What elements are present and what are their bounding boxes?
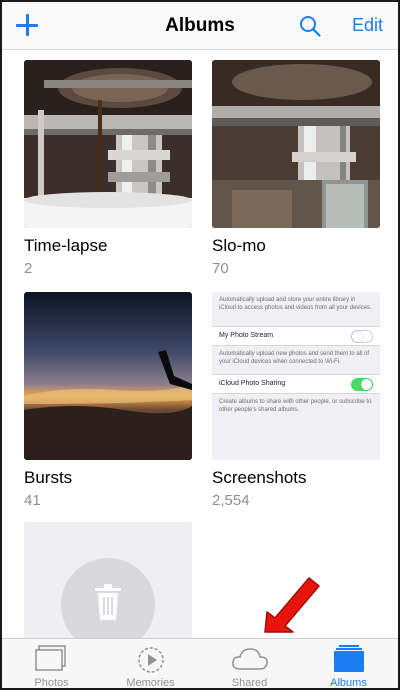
tab-memories[interactable]: Memories xyxy=(101,639,200,689)
album-title: Slo-mo xyxy=(212,236,266,255)
tab-label: Shared xyxy=(231,677,268,689)
album-count: 2 xyxy=(24,260,33,277)
album-title: Screenshots xyxy=(212,468,307,487)
thumb-label: My Photo Stream xyxy=(219,332,274,339)
edit-button[interactable]: Edit xyxy=(352,15,383,36)
tab-photos[interactable]: Photos xyxy=(2,639,101,689)
screen: Albums Edit Time-lapse 2 Slo-mo 70 Burst… xyxy=(0,0,400,690)
thumb-text: Automatically upload new photos and send… xyxy=(219,351,370,365)
tab-shared[interactable]: Shared xyxy=(200,639,299,689)
tab-albums[interactable]: Albums xyxy=(299,639,398,689)
toggle-on xyxy=(351,378,373,391)
album-time-lapse[interactable]: Time-lapse 2 xyxy=(24,60,192,277)
album-title: Bursts xyxy=(24,468,73,487)
album-thumbnail xyxy=(212,60,380,228)
search-icon[interactable] xyxy=(298,14,322,38)
thumb-label: iCloud Photo Sharing xyxy=(219,380,286,387)
albums-icon xyxy=(333,645,364,672)
album-bursts[interactable]: Bursts 41 xyxy=(24,292,192,509)
navigation-bar: Albums Edit xyxy=(2,2,398,50)
tab-bar: Photos Memories Shared Albums xyxy=(2,638,398,689)
album-count: 70 xyxy=(212,260,229,277)
cloud-icon xyxy=(231,648,268,670)
album-thumbnail xyxy=(24,292,192,460)
album-screenshots[interactable]: Automatically upload and store your enti… xyxy=(212,292,380,509)
thumb-text: Automatically upload and store your enti… xyxy=(219,297,372,311)
album-title: Time-lapse xyxy=(24,236,108,255)
tab-label: Memories xyxy=(126,677,175,689)
toggle-off xyxy=(351,330,373,343)
sunset-airplane-wing-photo xyxy=(24,292,192,460)
album-slo-mo[interactable]: Slo-mo 70 xyxy=(212,60,380,277)
thumb-text: Create albums to share with other people… xyxy=(219,399,372,413)
album-thumbnail: Automatically upload and store your enti… xyxy=(212,292,380,460)
memories-icon xyxy=(137,647,164,673)
thumb-row: iCloud Photo Sharing xyxy=(212,374,380,394)
album-count: 2,554 xyxy=(212,492,250,509)
album-recently-deleted[interactable] xyxy=(24,522,192,642)
tab-label: Albums xyxy=(330,677,367,689)
espresso-machine-photo xyxy=(212,60,380,228)
thumb-row: My Photo Stream xyxy=(212,326,380,346)
trash-icon xyxy=(95,584,121,620)
album-count: 41 xyxy=(24,492,41,509)
album-thumbnail xyxy=(24,60,192,228)
annotation-arrow-icon xyxy=(264,577,320,633)
photos-icon xyxy=(34,645,66,671)
tab-label: Photos xyxy=(34,677,69,689)
page-title: Albums xyxy=(165,15,235,36)
espresso-machine-photo xyxy=(24,60,192,228)
